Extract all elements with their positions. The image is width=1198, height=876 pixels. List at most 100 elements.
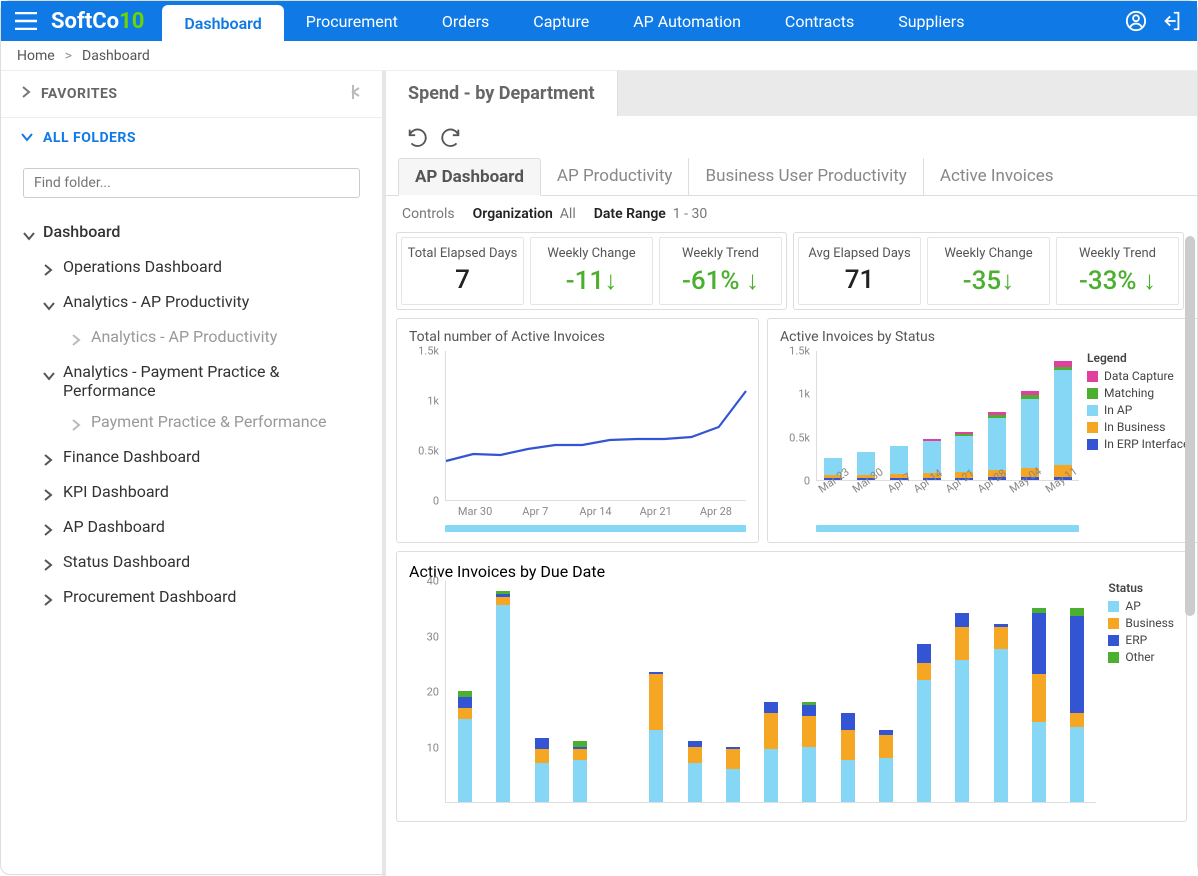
chevron-right-icon — [43, 556, 55, 575]
subtab-business-user-productivity[interactable]: Business User Productivity — [688, 158, 922, 195]
chevron-down-icon — [21, 130, 33, 146]
axis-tick-label: 1k — [798, 388, 810, 401]
nav-tab-capture[interactable]: Capture — [511, 1, 611, 41]
sidebar: FAVORITES ALL FOLDERS Dashboard Operation… — [1, 71, 386, 876]
organization-filter[interactable]: Organization All — [473, 206, 576, 222]
chevron-right-icon — [43, 261, 55, 280]
tree-item-label: Analytics - Payment Practice & Performan… — [63, 362, 372, 400]
axis-tick-label: 1.5k — [418, 345, 439, 358]
subtab-ap-dashboard[interactable]: AP Dashboard — [398, 158, 541, 196]
chart-scrollbar[interactable] — [816, 525, 1079, 532]
tree-item-label: Operations Dashboard — [63, 257, 222, 276]
chevron-down-icon — [23, 226, 35, 245]
logout-icon[interactable] — [1161, 10, 1183, 32]
subtab-ap-productivity[interactable]: AP Productivity — [541, 158, 689, 195]
top-nav: SoftCo10 DashboardProcurementOrdersCaptu… — [1, 1, 1197, 41]
kpi-value: -61% ↓ — [664, 265, 777, 296]
tree-item-label: Procurement Dashboard — [63, 587, 236, 606]
legend-item: Business — [1108, 616, 1174, 630]
nav-tab-dashboard[interactable]: Dashboard — [162, 5, 283, 41]
tree-item[interactable]: Finance Dashboard — [23, 441, 372, 476]
undo-icon[interactable] — [406, 126, 428, 148]
bar — [1032, 608, 1046, 802]
sidebar-favorites-header[interactable]: FAVORITES — [1, 71, 382, 118]
chart-title: Active Invoices by Due Date — [409, 562, 1174, 581]
bar — [917, 644, 931, 802]
chevron-down-icon — [43, 366, 55, 385]
axis-tick-label: Apr 28 — [686, 505, 746, 518]
axis-tick-label: Apr 21 — [626, 505, 686, 518]
tree-item[interactable]: Analytics - AP Productivity — [23, 286, 372, 321]
bar — [994, 624, 1008, 802]
chart-legend: LegendData CaptureMatchingIn APIn Busine… — [1087, 351, 1189, 532]
tree-item[interactable]: Analytics - AP Productivity — [23, 321, 372, 356]
bar — [841, 713, 855, 802]
axis-tick-label: 20 — [427, 686, 439, 699]
nav-tabs: DashboardProcurementOrdersCaptureAP Auto… — [162, 1, 1125, 41]
kpi-card: Avg Elapsed Days71 — [798, 237, 921, 305]
nav-tab-suppliers[interactable]: Suppliers — [876, 1, 986, 41]
nav-tab-contracts[interactable]: Contracts — [763, 1, 876, 41]
tree-item[interactable]: Payment Practice & Performance — [23, 406, 372, 441]
brand-logo: SoftCo10 — [51, 9, 162, 34]
folder-tree: Dashboard Operations Dashboard Analytics -… — [1, 212, 382, 636]
sidebar-section-label: ALL FOLDERS — [43, 130, 136, 146]
bar — [802, 702, 816, 802]
date-range-filter[interactable]: Date Range 1 - 30 — [594, 206, 707, 222]
axis-tick-label: Apr 7 — [505, 505, 565, 518]
breadcrumb-item[interactable]: Dashboard — [82, 48, 150, 64]
controls-label[interactable]: Controls — [402, 206, 455, 222]
tree-item[interactable]: Operations Dashboard — [23, 251, 372, 286]
kpi-label: Total Elapsed Days — [406, 246, 519, 261]
toolbar — [386, 116, 1197, 158]
chart-active-invoices-total: Total number of Active Invoices 00.5k1k1… — [396, 318, 759, 543]
kpi-value: -33% ↓ — [1061, 265, 1174, 296]
legend-item: Matching — [1087, 386, 1189, 400]
find-folder-container — [23, 168, 360, 198]
tree-item[interactable]: Dashboard — [23, 216, 372, 251]
axis-tick-label: 0 — [433, 495, 439, 508]
collapse-all-icon[interactable] — [344, 83, 362, 105]
tree-item[interactable]: Analytics - Payment Practice & Performan… — [23, 356, 372, 406]
breadcrumb-item[interactable]: Home — [17, 48, 55, 64]
nav-tab-procurement[interactable]: Procurement — [284, 1, 420, 41]
kpi-value: 7 — [406, 265, 519, 295]
sidebar-allfolders-header[interactable]: ALL FOLDERS — [1, 118, 382, 158]
chevron-right-icon — [43, 486, 55, 505]
kpi-label: Weekly Trend — [1061, 246, 1174, 261]
axis-tick-label: 40 — [427, 575, 439, 588]
chart-scrollbar[interactable] — [445, 525, 746, 532]
axis-tick-label: Apr 14 — [565, 505, 625, 518]
subtab-active-invoices[interactable]: Active Invoices — [923, 158, 1070, 195]
user-icon[interactable] — [1125, 10, 1147, 32]
nav-tab-ap-automation[interactable]: AP Automation — [611, 1, 763, 41]
charts-row: Total number of Active Invoices 00.5k1k1… — [396, 318, 1187, 543]
bar — [688, 741, 702, 802]
axis-tick-label: 0 — [804, 475, 810, 488]
kpi-value: -11↓ — [535, 265, 648, 296]
legend-item: ERP — [1108, 633, 1174, 647]
axis-tick-label: 1k — [427, 395, 439, 408]
kpi-value: 71 — [803, 265, 916, 295]
scrollbar[interactable] — [1185, 236, 1195, 616]
dashboard-content: Total Elapsed Days 7 Weekly Change -11↓ Week… — [386, 232, 1197, 832]
kpi-label: Weekly Change — [932, 246, 1045, 261]
tree-item-label: AP Dashboard — [63, 517, 165, 536]
tree-item[interactable]: AP Dashboard — [23, 511, 372, 546]
find-folder-input[interactable] — [23, 168, 360, 198]
chevron-right-icon — [71, 416, 83, 435]
nav-tab-orders[interactable]: Orders — [420, 1, 511, 41]
chart-title: Active Invoices by Status — [780, 329, 1189, 345]
tree-item[interactable]: Procurement Dashboard — [23, 581, 372, 616]
tree-item[interactable]: Status Dashboard — [23, 546, 372, 581]
tree-item-label: Dashboard — [43, 222, 120, 241]
legend-item: In Business — [1087, 420, 1189, 434]
kpi-value: -35↓ — [932, 265, 1045, 296]
menu-icon[interactable] — [1, 12, 51, 30]
kpi-card: Weekly Change -35↓ — [927, 237, 1050, 305]
bar — [496, 591, 510, 802]
refresh-icon[interactable] — [440, 126, 462, 148]
tree-item[interactable]: KPI Dashboard — [23, 476, 372, 511]
bar — [764, 702, 778, 802]
bar — [1070, 608, 1084, 802]
